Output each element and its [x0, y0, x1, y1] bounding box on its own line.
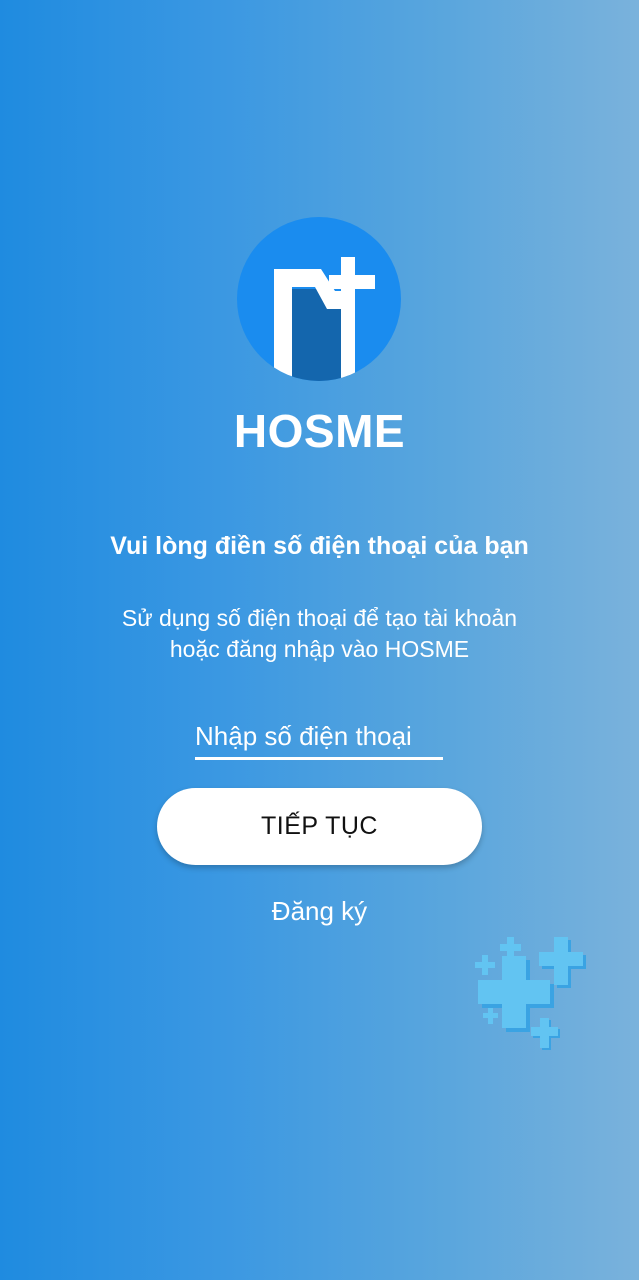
- hosme-logo-icon: [237, 217, 401, 381]
- medical-crosses-icon: [470, 930, 600, 1060]
- register-link[interactable]: Đăng ký: [272, 896, 367, 926]
- phone-number-input[interactable]: [195, 716, 443, 757]
- register-link-row: Đăng ký: [0, 896, 639, 927]
- app-name: HOSME: [233, 405, 406, 457]
- phone-field-wrapper: [195, 716, 443, 760]
- description-line-1: Sử dụng số điện thoại để tạo tài khoản: [121, 605, 518, 631]
- description-line-2: hoặc đăng nhập vào HOSME: [169, 636, 470, 662]
- page-description: Sử dụng số điện thoại để tạo tài khoản h…: [60, 603, 579, 665]
- continue-button[interactable]: TIẾP TỤC: [157, 788, 482, 865]
- login-screen: HOSME Vui lòng điền số điện thoại của bạ…: [0, 0, 639, 1280]
- page-headline: Vui lòng điền số điện thoại của bạn: [110, 532, 529, 560]
